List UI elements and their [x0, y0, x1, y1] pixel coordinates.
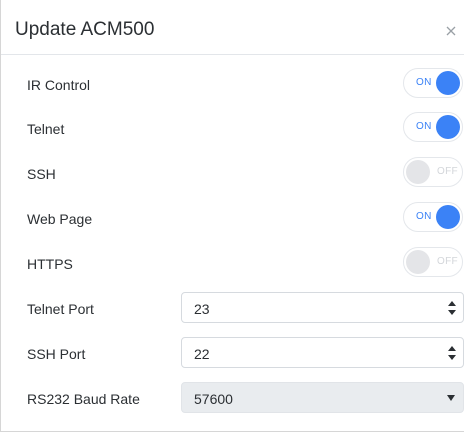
toggle-knob [436, 205, 460, 229]
ssh-port-value: 22 [194, 346, 210, 362]
ir-control-label: IR Control [27, 77, 91, 93]
telnet-port-label: Telnet Port [27, 301, 94, 317]
caret-down-icon [447, 395, 455, 401]
ssh-port-label: SSH Port [27, 346, 86, 362]
dialog-title: Update ACM500 [15, 19, 155, 40]
telnet-port-value: 23 [194, 301, 210, 317]
https-toggle[interactable]: OFF [403, 247, 463, 277]
update-dialog: Update ACM500 IR Control ON Telnet ON SS… [0, 0, 464, 432]
ir-control-toggle[interactable]: ON [403, 68, 463, 98]
toggle-state-text: OFF [437, 256, 458, 267]
spinner-arrows-icon[interactable] [447, 299, 457, 317]
telnet-label: Telnet [27, 121, 65, 137]
toggle-state-text: OFF [437, 166, 458, 177]
toggle-state-text: ON [416, 77, 432, 88]
toggle-knob [406, 160, 430, 184]
web-page-toggle[interactable]: ON [403, 202, 463, 232]
dialog-header: Update ACM500 [1, 0, 464, 55]
baud-rate-value: 57600 [194, 391, 233, 407]
ssh-label: SSH [27, 166, 56, 182]
telnet-toggle[interactable]: ON [403, 112, 463, 142]
ssh-port-input[interactable]: 22 [181, 337, 464, 368]
toggle-knob [406, 250, 430, 274]
toggle-knob [436, 115, 460, 139]
baud-rate-label: RS232 Baud Rate [27, 391, 140, 407]
close-icon[interactable] [444, 24, 458, 38]
https-label: HTTPS [27, 256, 73, 272]
toggle-state-text: ON [416, 211, 432, 222]
toggle-state-text: ON [416, 121, 432, 132]
baud-rate-select[interactable]: 57600 [181, 382, 464, 413]
telnet-port-input[interactable]: 23 [181, 292, 464, 323]
spinner-arrows-icon[interactable] [447, 344, 457, 362]
web-page-label: Web Page [27, 211, 93, 227]
ssh-toggle[interactable]: OFF [403, 157, 463, 187]
toggle-knob [436, 71, 460, 95]
